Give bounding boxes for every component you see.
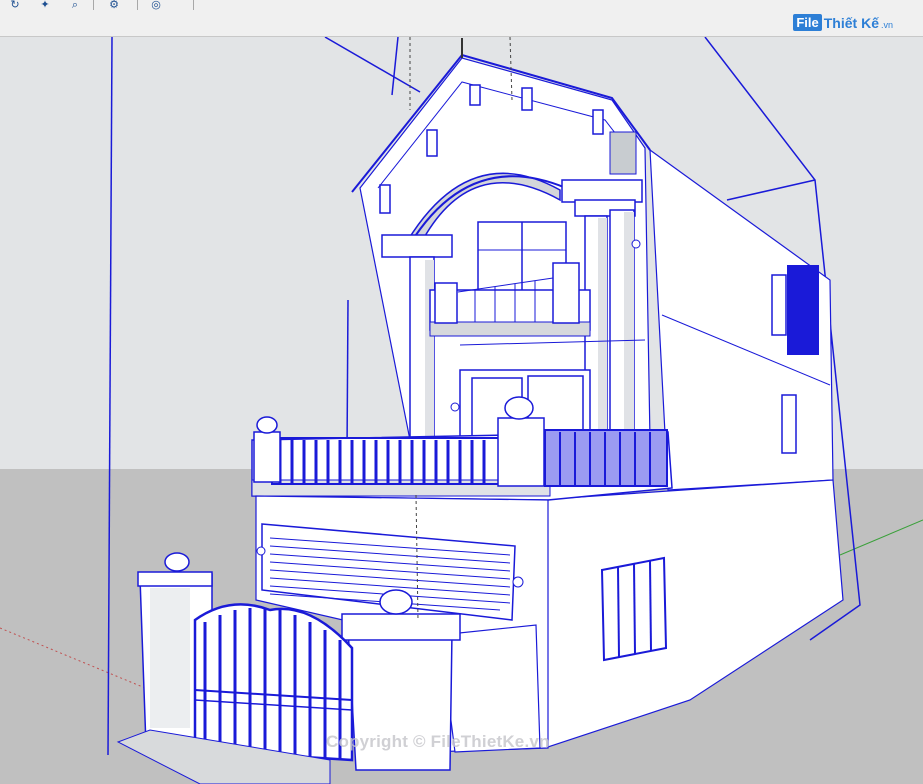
side-window-dark: [787, 265, 819, 355]
model-viewport[interactable]: [0, 37, 923, 784]
gear-icon[interactable]: ⚙: [99, 0, 129, 11]
wall-lamp-ground-right: [512, 576, 524, 588]
toolbar-group-camera: ↻ ✦ ⌕: [0, 0, 90, 12]
side-window-ground: [600, 556, 668, 662]
logo-tld: .vn: [880, 20, 893, 30]
wall-lamp-ground-left: [256, 546, 266, 556]
wall-lamp-upper: [631, 239, 641, 249]
toolbar-separator: [137, 0, 138, 10]
toolbar-separator: [193, 0, 194, 10]
brand-logo: File Thiết Kế .vn: [793, 14, 893, 31]
orbit-icon[interactable]: ↻: [0, 0, 30, 11]
side-window-middle: [781, 394, 797, 454]
pan-icon[interactable]: ✦: [30, 0, 60, 11]
toolbar: ↻ ✦ ⌕ ⚙ ◎ File Thiết Kế .vn: [0, 0, 923, 37]
toolbar-group-settings: ⚙: [99, 0, 129, 12]
copyright-watermark: Copyright © FileThietKe.vn: [326, 732, 550, 751]
camera-icon[interactable]: ◎: [141, 0, 171, 11]
logo-box: File: [793, 14, 822, 31]
3d-model-scene: [0, 37, 923, 784]
side-window-upper: [771, 274, 787, 336]
wall-lamp-middle: [450, 402, 460, 412]
gable-shadow: [609, 131, 637, 175]
logo-text: Thiết Kế: [823, 14, 879, 31]
toolbar-group-view: ◎: [141, 0, 171, 12]
zoom-icon[interactable]: ⌕: [60, 0, 90, 11]
toolbar-separator: [93, 0, 94, 10]
